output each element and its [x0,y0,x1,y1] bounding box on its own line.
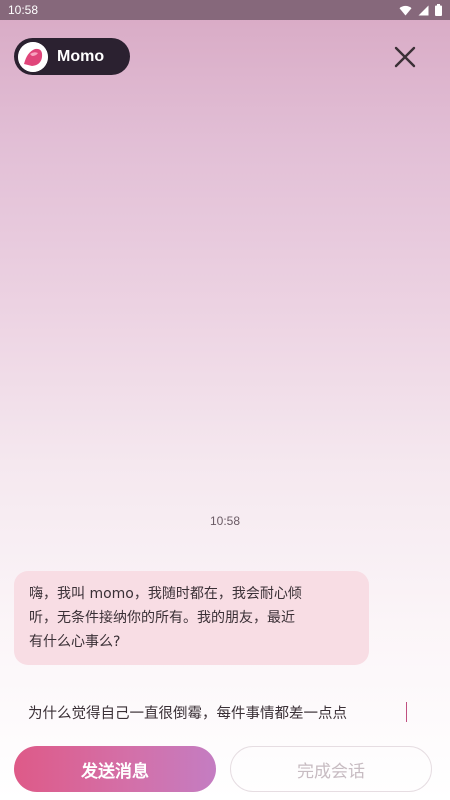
wifi-icon [399,5,412,16]
send-message-button[interactable]: 发送消息 [14,746,216,792]
profile-name: Momo [57,47,105,65]
momo-logo-icon [18,41,48,72]
battery-icon [435,4,442,16]
text-caret [406,702,407,722]
composer [14,690,436,734]
status-time: 10:58 [8,3,39,17]
message-line: 有什么心事么? [29,634,121,650]
close-icon [394,46,416,68]
status-icons [399,4,442,16]
message-line: 嗨，我叫 momo，我随时都在，我会耐心倾 [29,586,302,602]
message-input[interactable] [14,704,408,720]
close-button[interactable] [388,40,422,74]
status-bar: 10:58 [0,0,450,20]
cellular-signal-icon [418,5,429,15]
finish-session-button[interactable]: 完成会话 [230,746,432,792]
avatar [18,41,48,72]
profile-chip[interactable]: Momo [14,38,130,75]
chat-timestamp: 10:58 [209,514,241,528]
message-line: 听，无条件接纳你的所有。我的朋友，最近 [29,610,295,626]
message-bubble: 嗨，我叫 momo，我随时都在，我会耐心倾 听，无条件接纳你的所有。我的朋友，最… [14,571,369,665]
